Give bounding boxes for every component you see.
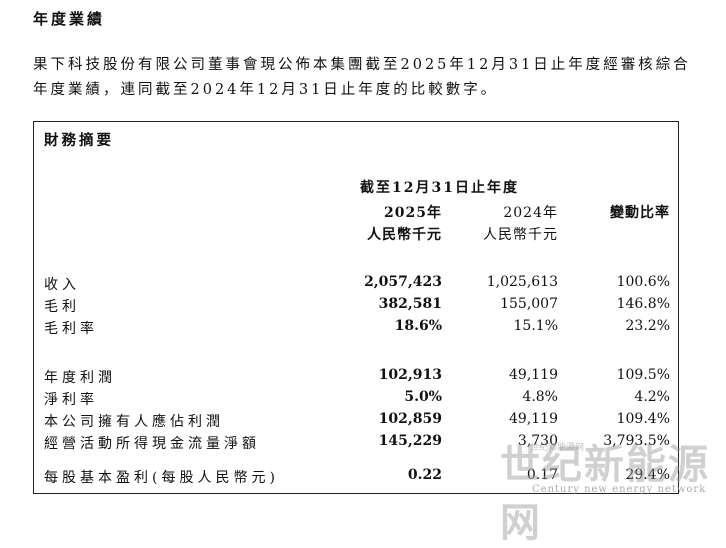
table-row: 毛利率 18.6% 15.1% 23.2% [34, 318, 678, 340]
col-2024-unit: 人民幣千元 [483, 227, 558, 243]
table-row: 年度利潤 102,913 49,119 109.5% [34, 367, 678, 389]
value-change: 109.5% [616, 367, 670, 383]
value-change: 100.6% [616, 274, 670, 290]
table-row: 淨利率 5.0% 4.8% 4.2% [34, 389, 678, 411]
value-2025: 18.6% [394, 318, 442, 334]
value-2024: 49,119 [509, 411, 558, 427]
value-2024: 4.8% [522, 389, 558, 405]
summary-title: 財務摘要 [44, 132, 114, 149]
intro-paragraph: 果下科技股份有限公司董事會現公佈本集團截至2025年12月31日止年度經審核綜合… [33, 57, 691, 98]
row-label: 年度利潤 [44, 370, 116, 386]
value-change: 23.2% [625, 318, 670, 334]
table-row: 毛利 382,581 155,007 146.8% [34, 296, 678, 318]
value-change: 146.8% [616, 296, 670, 312]
row-label: 毛利率 [44, 321, 98, 337]
period-header: 截至12月31日止年度 [360, 180, 519, 196]
col-2025-unit: 人民幣千元 [367, 227, 442, 243]
table-row: 本公司擁有人應佔利潤 102,859 49,119 109.4% [34, 411, 678, 433]
value-2025: 5.0% [404, 389, 442, 405]
table-row: 收入 2,057,423 1,025,613 100.6% [34, 274, 678, 296]
col-2025-year: 2025年 [384, 205, 442, 221]
value-change: 4.2% [634, 389, 670, 405]
row-label: 淨利率 [44, 392, 98, 408]
row-label: 每股基本盈利(每股人民幣元) [44, 470, 279, 486]
row-label: 毛利 [44, 299, 80, 315]
col-change-label: 變動比率 [610, 205, 670, 221]
row-label: 經營活動所得現金流量淨額 [44, 436, 260, 452]
value-2024: 155,007 [500, 296, 558, 312]
value-2024: 1,025,613 [486, 274, 558, 290]
row-label: 收入 [44, 277, 80, 293]
value-2025: 2,057,423 [364, 274, 442, 290]
col-2024-year: 2024年 [503, 205, 558, 221]
value-2025: 102,913 [378, 367, 442, 383]
value-2025: 382,581 [378, 296, 442, 312]
value-change: 109.4% [616, 411, 670, 427]
section-heading: 年度業績 [33, 10, 106, 28]
value-2024: 49,119 [509, 367, 558, 383]
watermark-tagline: Century new energy network [532, 484, 707, 495]
value-2025: 102,859 [378, 411, 442, 427]
value-2024: 15.1% [513, 318, 558, 334]
row-label: 本公司擁有人應佔利潤 [44, 414, 224, 430]
watermark: 世纪新能源网 世纪新能源网 Century new energy network [490, 432, 720, 546]
value-2025: 0.22 [407, 467, 442, 483]
value-2025: 145,229 [378, 433, 442, 449]
